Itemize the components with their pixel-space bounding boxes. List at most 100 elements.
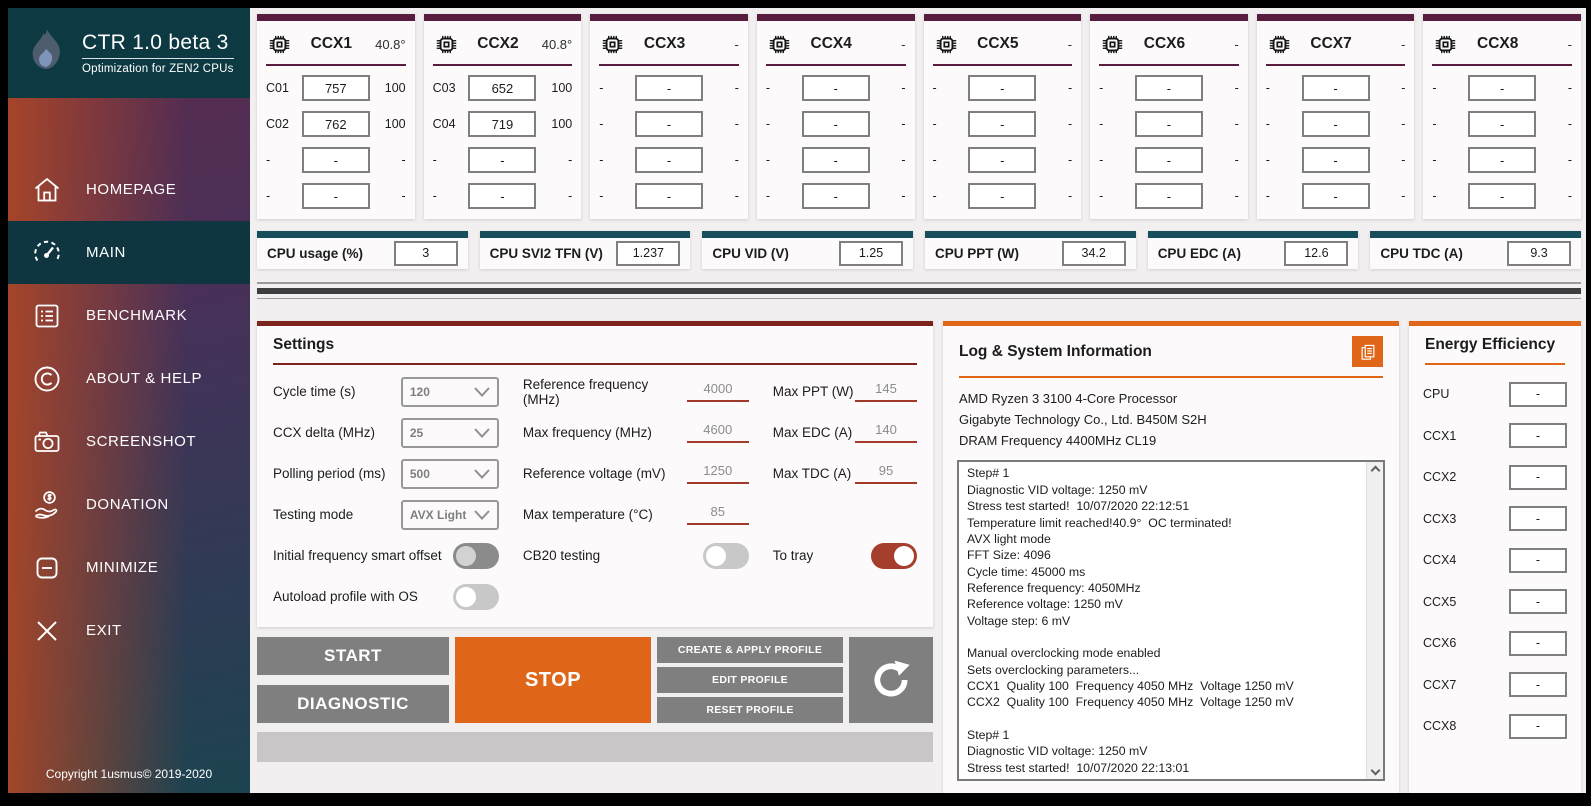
core-frequency-box[interactable]: - [635, 147, 704, 173]
core-frequency-box[interactable]: - [1301, 183, 1370, 209]
core-frequency-box[interactable]: - [968, 111, 1037, 137]
start-button[interactable]: START [257, 637, 449, 676]
core-frequency-box[interactable]: - [801, 147, 870, 173]
divider [1265, 64, 1406, 66]
core-frequency-box[interactable]: - [1134, 111, 1203, 137]
core-frequency-box[interactable]: - [968, 75, 1037, 101]
panel-accent-bar [257, 14, 415, 21]
sidebar-item-minimize[interactable]: MINIMIZE [8, 536, 250, 599]
settings-middle-column: Reference frequency (MHz) 4000 Max frequ… [523, 371, 749, 617]
sidebar-item-exit[interactable]: EXIT [8, 599, 250, 662]
ccx-panel-body: CCX6 - - - - - - - - - - - - - [1090, 21, 1248, 219]
ccx-delta-dropdown[interactable]: 25 [400, 417, 499, 448]
to-tray-toggle[interactable] [871, 542, 917, 569]
core-frequency-box[interactable]: - [1134, 75, 1203, 101]
max-frequency-input[interactable]: 4600 [686, 422, 749, 444]
log-scrollbar[interactable] [1366, 462, 1383, 779]
core-frequency-box[interactable]: - [968, 147, 1037, 173]
core-frequency-box[interactable]: - [1301, 111, 1370, 137]
core-quality: - [901, 189, 906, 203]
core-frequency-box[interactable]: - [1468, 147, 1537, 173]
smart-offset-toggle[interactable] [452, 542, 499, 569]
core-row: - - - [933, 75, 1072, 101]
chevron-down-icon [474, 387, 490, 397]
sidebar-item-about[interactable]: ABOUT & HELP [8, 347, 250, 410]
core-row: - - - [599, 75, 739, 101]
stat-body: CPU usage (%) 3 [257, 238, 468, 269]
stop-button[interactable]: STOP [455, 637, 651, 724]
core-frequency-box[interactable]: - [468, 147, 537, 173]
core-frequency-box[interactable]: - [968, 183, 1037, 209]
core-frequency-box[interactable]: - [301, 147, 370, 173]
testing-mode-dropdown[interactable]: AVX Light [400, 499, 499, 530]
core-frequency-box[interactable]: - [635, 75, 704, 101]
autoload-toggle[interactable] [452, 583, 499, 610]
setting-row: Testing mode AVX Light [273, 494, 499, 535]
core-quality: - [1401, 189, 1406, 203]
chip-icon [1266, 31, 1293, 58]
core-frequency-box[interactable]: 757 [301, 75, 370, 101]
ccx-name: CCX1 [310, 35, 352, 52]
sidebar-item-donation[interactable]: DONATION [8, 473, 250, 536]
core-frequency-box[interactable]: - [1301, 75, 1370, 101]
core-frequency-box[interactable]: - [635, 111, 704, 137]
sidebar-item-screenshot[interactable]: SCREENSHOT [8, 410, 250, 473]
cycle-time-dropdown[interactable]: 120 [400, 376, 499, 407]
reset-profile-button[interactable]: RESET PROFILE [657, 697, 843, 724]
setting-row: Max PPT (W) 145 [773, 371, 917, 412]
sidebar-item-homepage[interactable]: HOMEPAGE [8, 158, 250, 221]
max-tdc-input[interactable]: 95 [855, 463, 917, 485]
energy-rows: CPU - CCX1 - CCX2 - CCX3 - CCX4 - CCX5 -… [1409, 365, 1581, 747]
core-frequency-box[interactable]: 652 [468, 75, 537, 101]
core-frequency-box[interactable]: - [635, 183, 704, 209]
max-ppt-input[interactable]: 145 [855, 381, 917, 403]
cb20-testing-toggle[interactable] [702, 542, 749, 569]
log-line: Voltage step: 6 mV [967, 613, 1071, 628]
sidebar-item-main[interactable]: MAIN [8, 221, 250, 284]
max-temperature-input[interactable]: 85 [686, 504, 749, 526]
core-frequency-box[interactable]: - [1468, 183, 1537, 209]
copy-log-button[interactable] [1352, 336, 1383, 368]
core-frequency-box[interactable]: - [1468, 111, 1537, 137]
divider [257, 297, 1581, 300]
core-label: - [599, 189, 604, 203]
scroll-down-icon[interactable] [1370, 765, 1380, 776]
scroll-up-icon[interactable] [1370, 466, 1380, 476]
setting-row: CB20 testing [523, 535, 749, 576]
core-frequency-box[interactable]: - [801, 183, 870, 209]
core-frequency-box[interactable]: - [801, 111, 870, 137]
core-frequency-box[interactable]: - [468, 183, 537, 209]
core-quality: - [1234, 81, 1239, 95]
setting-row: Max EDC (A) 140 [773, 412, 917, 453]
core-quality: 100 [384, 81, 406, 95]
core-frequency-box[interactable]: - [1301, 147, 1370, 173]
log-line: Reference frequency: 4050MHz [967, 580, 1141, 595]
ccx-temperature: - [901, 36, 906, 52]
homepage-icon [8, 174, 86, 206]
core-frequency-box[interactable]: - [1134, 183, 1203, 209]
core-frequency-box[interactable]: 762 [301, 111, 370, 137]
core-frequency-box[interactable]: - [1468, 75, 1537, 101]
max-edc-input[interactable]: 140 [855, 422, 917, 444]
ccx-name: CCX2 [477, 35, 519, 52]
core-frequency-box[interactable]: 719 [468, 111, 537, 137]
log-content: Step# 1 Diagnostic VID voltage: 1250 mV St… [959, 462, 1366, 779]
max-frequency-label: Max frequency (MHz) [522, 425, 652, 441]
sidebar-item-label: SCREENSHOT [86, 433, 197, 450]
create-apply-profile-button[interactable]: CREATE & APPLY PROFILE [657, 637, 843, 664]
reference-frequency-input[interactable]: 4000 [687, 381, 749, 403]
core-frequency-box[interactable]: - [301, 183, 370, 209]
sidebar-item-benchmark[interactable]: BENCHMARK [8, 284, 250, 347]
reference-voltage-input[interactable]: 1250 [686, 463, 749, 485]
energy-value-box: - [1509, 464, 1567, 490]
core-quality: - [1234, 153, 1239, 167]
log-textbox[interactable]: Step# 1 Diagnostic VID voltage: 1250 mV St… [957, 460, 1385, 781]
edit-profile-button[interactable]: EDIT PROFILE [657, 667, 843, 694]
core-frequency-box[interactable]: - [1134, 147, 1203, 173]
stat-value-box: 1.237 [616, 240, 681, 266]
diagnostic-button[interactable]: DIAGNOSTIC [257, 685, 449, 724]
refresh-button[interactable] [849, 637, 933, 724]
polling-period-dropdown[interactable]: 500 [400, 458, 499, 489]
core-label: - [765, 189, 771, 203]
core-frequency-box[interactable]: - [801, 75, 870, 101]
